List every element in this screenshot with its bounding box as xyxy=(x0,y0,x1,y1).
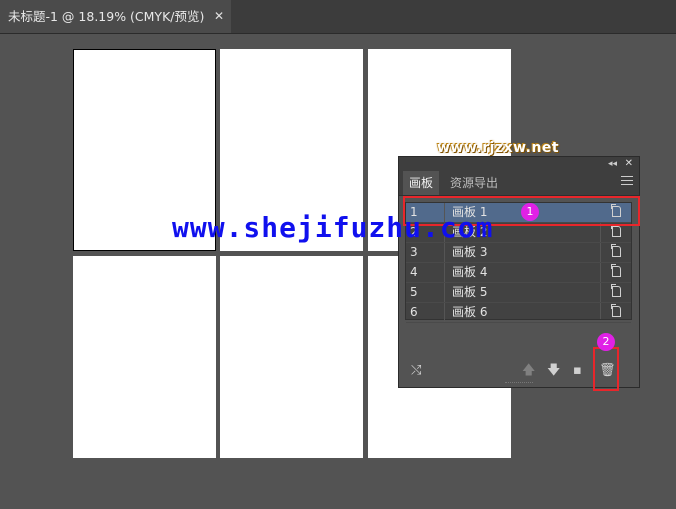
callout-badge-1: 1 xyxy=(521,203,539,221)
artboard-row-number: 5 xyxy=(410,283,445,302)
close-icon[interactable]: ✕ xyxy=(214,0,224,33)
document-tab[interactable]: 未标题-1 @ 18.19% (CMYK/预览) ✕ xyxy=(0,0,231,33)
panel-tabs: 画板 资源导出 xyxy=(399,171,639,196)
artboard-options-icon[interactable] xyxy=(611,264,621,277)
watermark-large: www.shejifuzhu.com xyxy=(172,211,494,244)
collapse-icon[interactable]: ◂◂ xyxy=(608,157,617,171)
artboard-row-name[interactable]: 画板 5 xyxy=(452,283,487,302)
panel-close-icon[interactable]: ✕ xyxy=(625,157,633,171)
panel-menu-icon[interactable] xyxy=(621,176,633,186)
artboard-options-icon[interactable] xyxy=(611,284,621,297)
artboard-row[interactable]: 4 画板 4 xyxy=(406,263,631,283)
watermark-small: www.rjzxw.net xyxy=(437,140,560,156)
artboard-row[interactable]: 5 画板 5 xyxy=(406,283,631,303)
artboard-options-icon[interactable] xyxy=(611,244,621,257)
artboard-row[interactable]: 6 画板 6 xyxy=(406,303,631,323)
document-tab-bar: 未标题-1 @ 18.19% (CMYK/预览) ✕ xyxy=(0,0,676,34)
panel-header: ◂◂ ✕ xyxy=(399,157,639,171)
move-down-icon[interactable]: 🡇 xyxy=(547,363,560,379)
artboard-row-number: 6 xyxy=(410,303,445,322)
artboard-row-name[interactable]: 画板 6 xyxy=(452,303,487,322)
artboard-row-name[interactable]: 画板 3 xyxy=(452,243,487,262)
artboard-options-icon[interactable] xyxy=(611,224,621,237)
artboard-options-icon[interactable] xyxy=(611,304,621,317)
document-tab-title: 未标题-1 @ 18.19% (CMYK/预览) xyxy=(8,9,205,24)
artboard-5[interactable] xyxy=(220,256,363,458)
tab-artboards[interactable]: 画板 xyxy=(403,171,440,195)
rearrange-icon[interactable]: ⤭ xyxy=(411,363,421,379)
callout-highlight-trash xyxy=(593,347,619,391)
callout-badge-2: 2 xyxy=(597,333,615,351)
artboard-row-number: 4 xyxy=(410,263,445,282)
artboard-row-name[interactable]: 画板 4 xyxy=(452,263,487,282)
tab-asset-export[interactable]: 资源导出 xyxy=(444,171,504,195)
artboard-row[interactable]: 3 画板 3 xyxy=(406,243,631,263)
new-artboard-icon[interactable]: ▪ xyxy=(573,363,582,379)
artboard-4[interactable] xyxy=(73,256,216,458)
panel-resize-grip[interactable] xyxy=(505,382,533,387)
artboard-row-number: 3 xyxy=(410,243,445,262)
move-up-icon[interactable]: 🡅 xyxy=(522,363,535,379)
